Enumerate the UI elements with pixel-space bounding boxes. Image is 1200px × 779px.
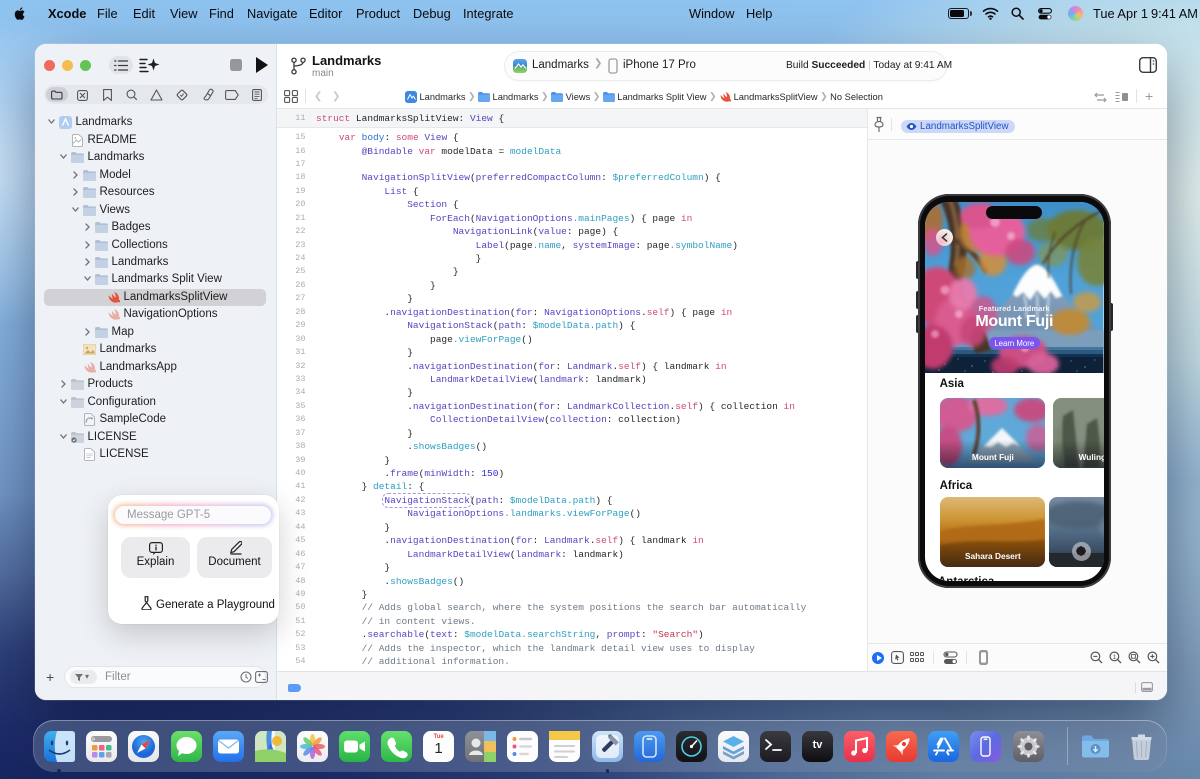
- svg-text:1: 1: [1113, 654, 1117, 661]
